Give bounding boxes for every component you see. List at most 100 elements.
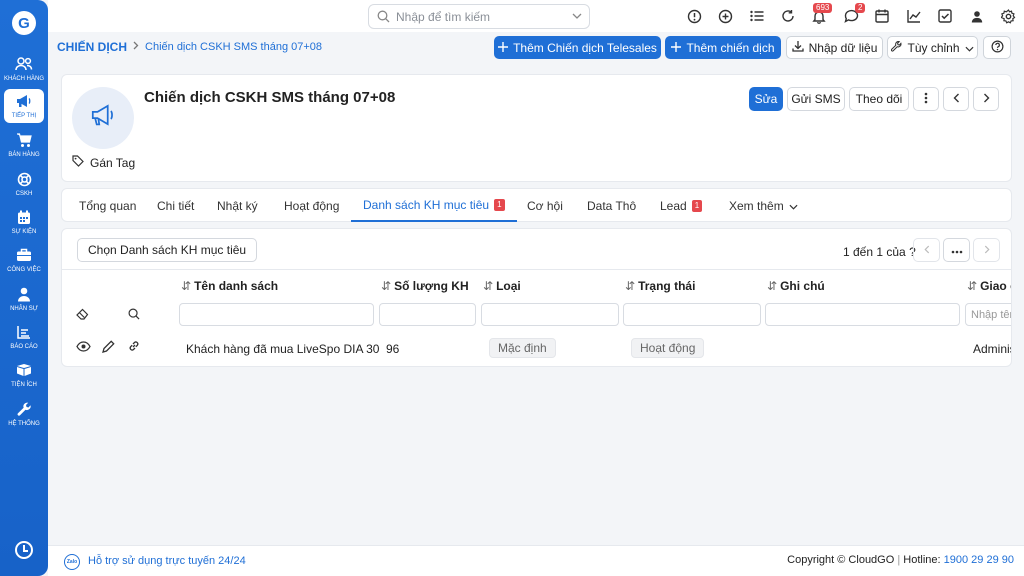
sidebar-item-reports[interactable]: BÁO CÁO: [0, 323, 48, 359]
sidebar-item-hr[interactable]: NHÂN SỰ: [0, 285, 48, 321]
calendar-icon: [17, 208, 31, 226]
cell-quantity: 96: [386, 342, 400, 356]
briefcase-icon: [16, 246, 32, 264]
list-icon[interactable]: [748, 7, 766, 25]
global-search[interactable]: [368, 4, 590, 29]
sidebar-label: CSKH: [15, 191, 33, 197]
help-button[interactable]: [983, 36, 1011, 59]
settings-icon[interactable]: [999, 7, 1017, 25]
tab-activities[interactable]: Hoạt động: [284, 189, 339, 222]
column-label: Ghi chú: [780, 279, 825, 293]
more-actions-button[interactable]: [913, 87, 939, 111]
table-row[interactable]: Khách hàng đã mua LiveSpo DIA 30 96 Mặc …: [62, 335, 1012, 365]
chevron-right-icon: [133, 41, 139, 53]
sidebar-item-customers[interactable]: KHÁCH HÀNG: [0, 55, 48, 91]
sidebar-item-tasks[interactable]: CÔNG VIỆC: [0, 246, 48, 282]
add-campaign-button[interactable]: Thêm chiến dịch: [665, 36, 781, 59]
cloudgo-logo[interactable]: G: [12, 11, 36, 35]
link-icon[interactable]: [128, 340, 140, 355]
tab-details[interactable]: Chi tiết: [157, 189, 194, 222]
search-input[interactable]: [396, 9, 566, 24]
column-label: Tên danh sách: [194, 279, 279, 293]
sidebar-item-utilities[interactable]: TIỆN ÍCH: [0, 361, 48, 397]
filter-note-input[interactable]: [765, 303, 960, 326]
column-header-type[interactable]: ⇵ Loại: [483, 279, 521, 293]
tab-raw-data[interactable]: Data Thô: [587, 189, 636, 222]
hotline-number[interactable]: 1900 29 29 90: [944, 554, 1014, 566]
column-header-list-name[interactable]: ⇵ Tên danh sách: [181, 279, 278, 293]
chevron-right-icon: [984, 243, 990, 257]
tab-target-lists[interactable]: Danh sách KH mục tiêu 1: [351, 189, 517, 222]
customize-button[interactable]: Tùy chỉnh: [887, 36, 978, 59]
tag-icon: [72, 155, 84, 170]
filter-list-name-input[interactable]: [179, 303, 374, 326]
alert-icon[interactable]: [685, 7, 703, 25]
calendar-icon[interactable]: [873, 7, 891, 25]
tab-overview[interactable]: Tổng quan: [79, 189, 136, 222]
type-badge: Mặc định: [489, 338, 556, 358]
filter-quantity-input[interactable]: [379, 303, 476, 326]
sidebar-item-sales[interactable]: BÁN HÀNG: [0, 131, 48, 167]
tab-label: Data Thô: [587, 198, 637, 213]
check-square-icon[interactable]: [936, 7, 954, 25]
chevron-down-icon[interactable]: [572, 11, 582, 22]
sort-icon: ⇵: [625, 279, 636, 293]
column-header-note[interactable]: ⇵ Ghi chú: [767, 279, 825, 293]
sidebar-item-events[interactable]: SỰ KIỆN: [0, 208, 48, 244]
tab-label: Danh sách KH mục tiêu: [363, 197, 490, 212]
choose-target-list-button[interactable]: Chọn Danh sách KH mục tiêu: [77, 238, 258, 262]
eraser-icon[interactable]: [76, 308, 89, 323]
sidebar-item-system[interactable]: HỆ THỐNG: [0, 400, 48, 436]
cell-assigned: Adminis: [973, 342, 1012, 356]
column-header-quantity[interactable]: ⇵ Số lượng KH: [381, 279, 469, 293]
sidebar-label: SỰ KIỆN: [11, 229, 37, 235]
footer: Zalo Hỗ trợ sử dụng trực tuyến 24/24 Cop…: [48, 545, 1024, 576]
zalo-icon[interactable]: Zalo: [64, 554, 80, 570]
search-icon[interactable]: [128, 308, 140, 323]
add-telesales-campaign-button[interactable]: Thêm Chiến dịch Telesales: [494, 36, 661, 59]
filter-status-input[interactable]: [623, 303, 761, 326]
follow-button[interactable]: Theo dõi: [849, 87, 909, 111]
column-header-assigned[interactable]: ⇵Giao c: [967, 279, 1011, 293]
previous-page-button[interactable]: [913, 238, 940, 262]
tab-log[interactable]: Nhật ký: [217, 189, 258, 222]
edit-icon[interactable]: [102, 340, 115, 356]
sidebar-item-marketing[interactable]: TIẾP THỊ: [4, 89, 44, 123]
filter-assigned-input[interactable]: [965, 303, 1011, 326]
next-page-button[interactable]: [973, 238, 1000, 262]
chart-icon[interactable]: [905, 7, 923, 25]
plus-icon: [671, 41, 682, 55]
breadcrumb-current[interactable]: Chiến dịch CSKH SMS tháng 07+08: [145, 41, 322, 53]
next-record-button[interactable]: [973, 87, 999, 111]
breadcrumb-module[interactable]: CHIẾN DỊCH: [57, 40, 127, 54]
send-sms-button[interactable]: Gửi SMS: [787, 87, 845, 111]
edit-button[interactable]: Sửa: [749, 87, 783, 111]
table-header: ⇵ Tên danh sách ⇵ Số lượng KH ⇵ Loại ⇵ Trạng…: [62, 269, 1011, 301]
import-data-button[interactable]: Nhập dữ liệu: [786, 36, 883, 59]
view-icon[interactable]: [76, 340, 91, 355]
filter-row: [62, 301, 1011, 331]
campaign-avatar: [72, 87, 134, 149]
column-header-status[interactable]: ⇵ Trạng thái: [625, 279, 695, 293]
clock-icon[interactable]: [15, 541, 33, 559]
hotline-label: Hotline:: [903, 554, 941, 566]
assign-tag[interactable]: Gán Tag: [72, 155, 135, 170]
tab-lead[interactable]: Lead 1: [660, 189, 703, 222]
button-label: Nhập dữ liệu: [808, 40, 878, 55]
tab-opportunities[interactable]: Cơ hội: [527, 189, 563, 222]
plus-circle-icon[interactable]: [716, 7, 734, 25]
box-icon: [16, 361, 32, 379]
online-support-link[interactable]: Hỗ trợ sử dụng trực tuyến 24/24: [88, 555, 246, 567]
cell-list-name[interactable]: Khách hàng đã mua LiveSpo DIA 30: [186, 342, 379, 356]
sidebar-item-support[interactable]: CSKH: [0, 170, 48, 206]
filter-type-input[interactable]: [481, 303, 619, 326]
megaphone-icon: [90, 103, 116, 133]
page-options-button[interactable]: [943, 238, 970, 262]
previous-record-button[interactable]: [943, 87, 969, 111]
sort-icon: ⇵: [767, 279, 778, 293]
tab-more[interactable]: Xem thêm: [729, 189, 798, 222]
column-label: Loại: [496, 279, 521, 293]
user-icon[interactable]: [968, 7, 986, 25]
refresh-icon[interactable]: [779, 7, 797, 25]
column-label: Giao c: [980, 279, 1011, 293]
